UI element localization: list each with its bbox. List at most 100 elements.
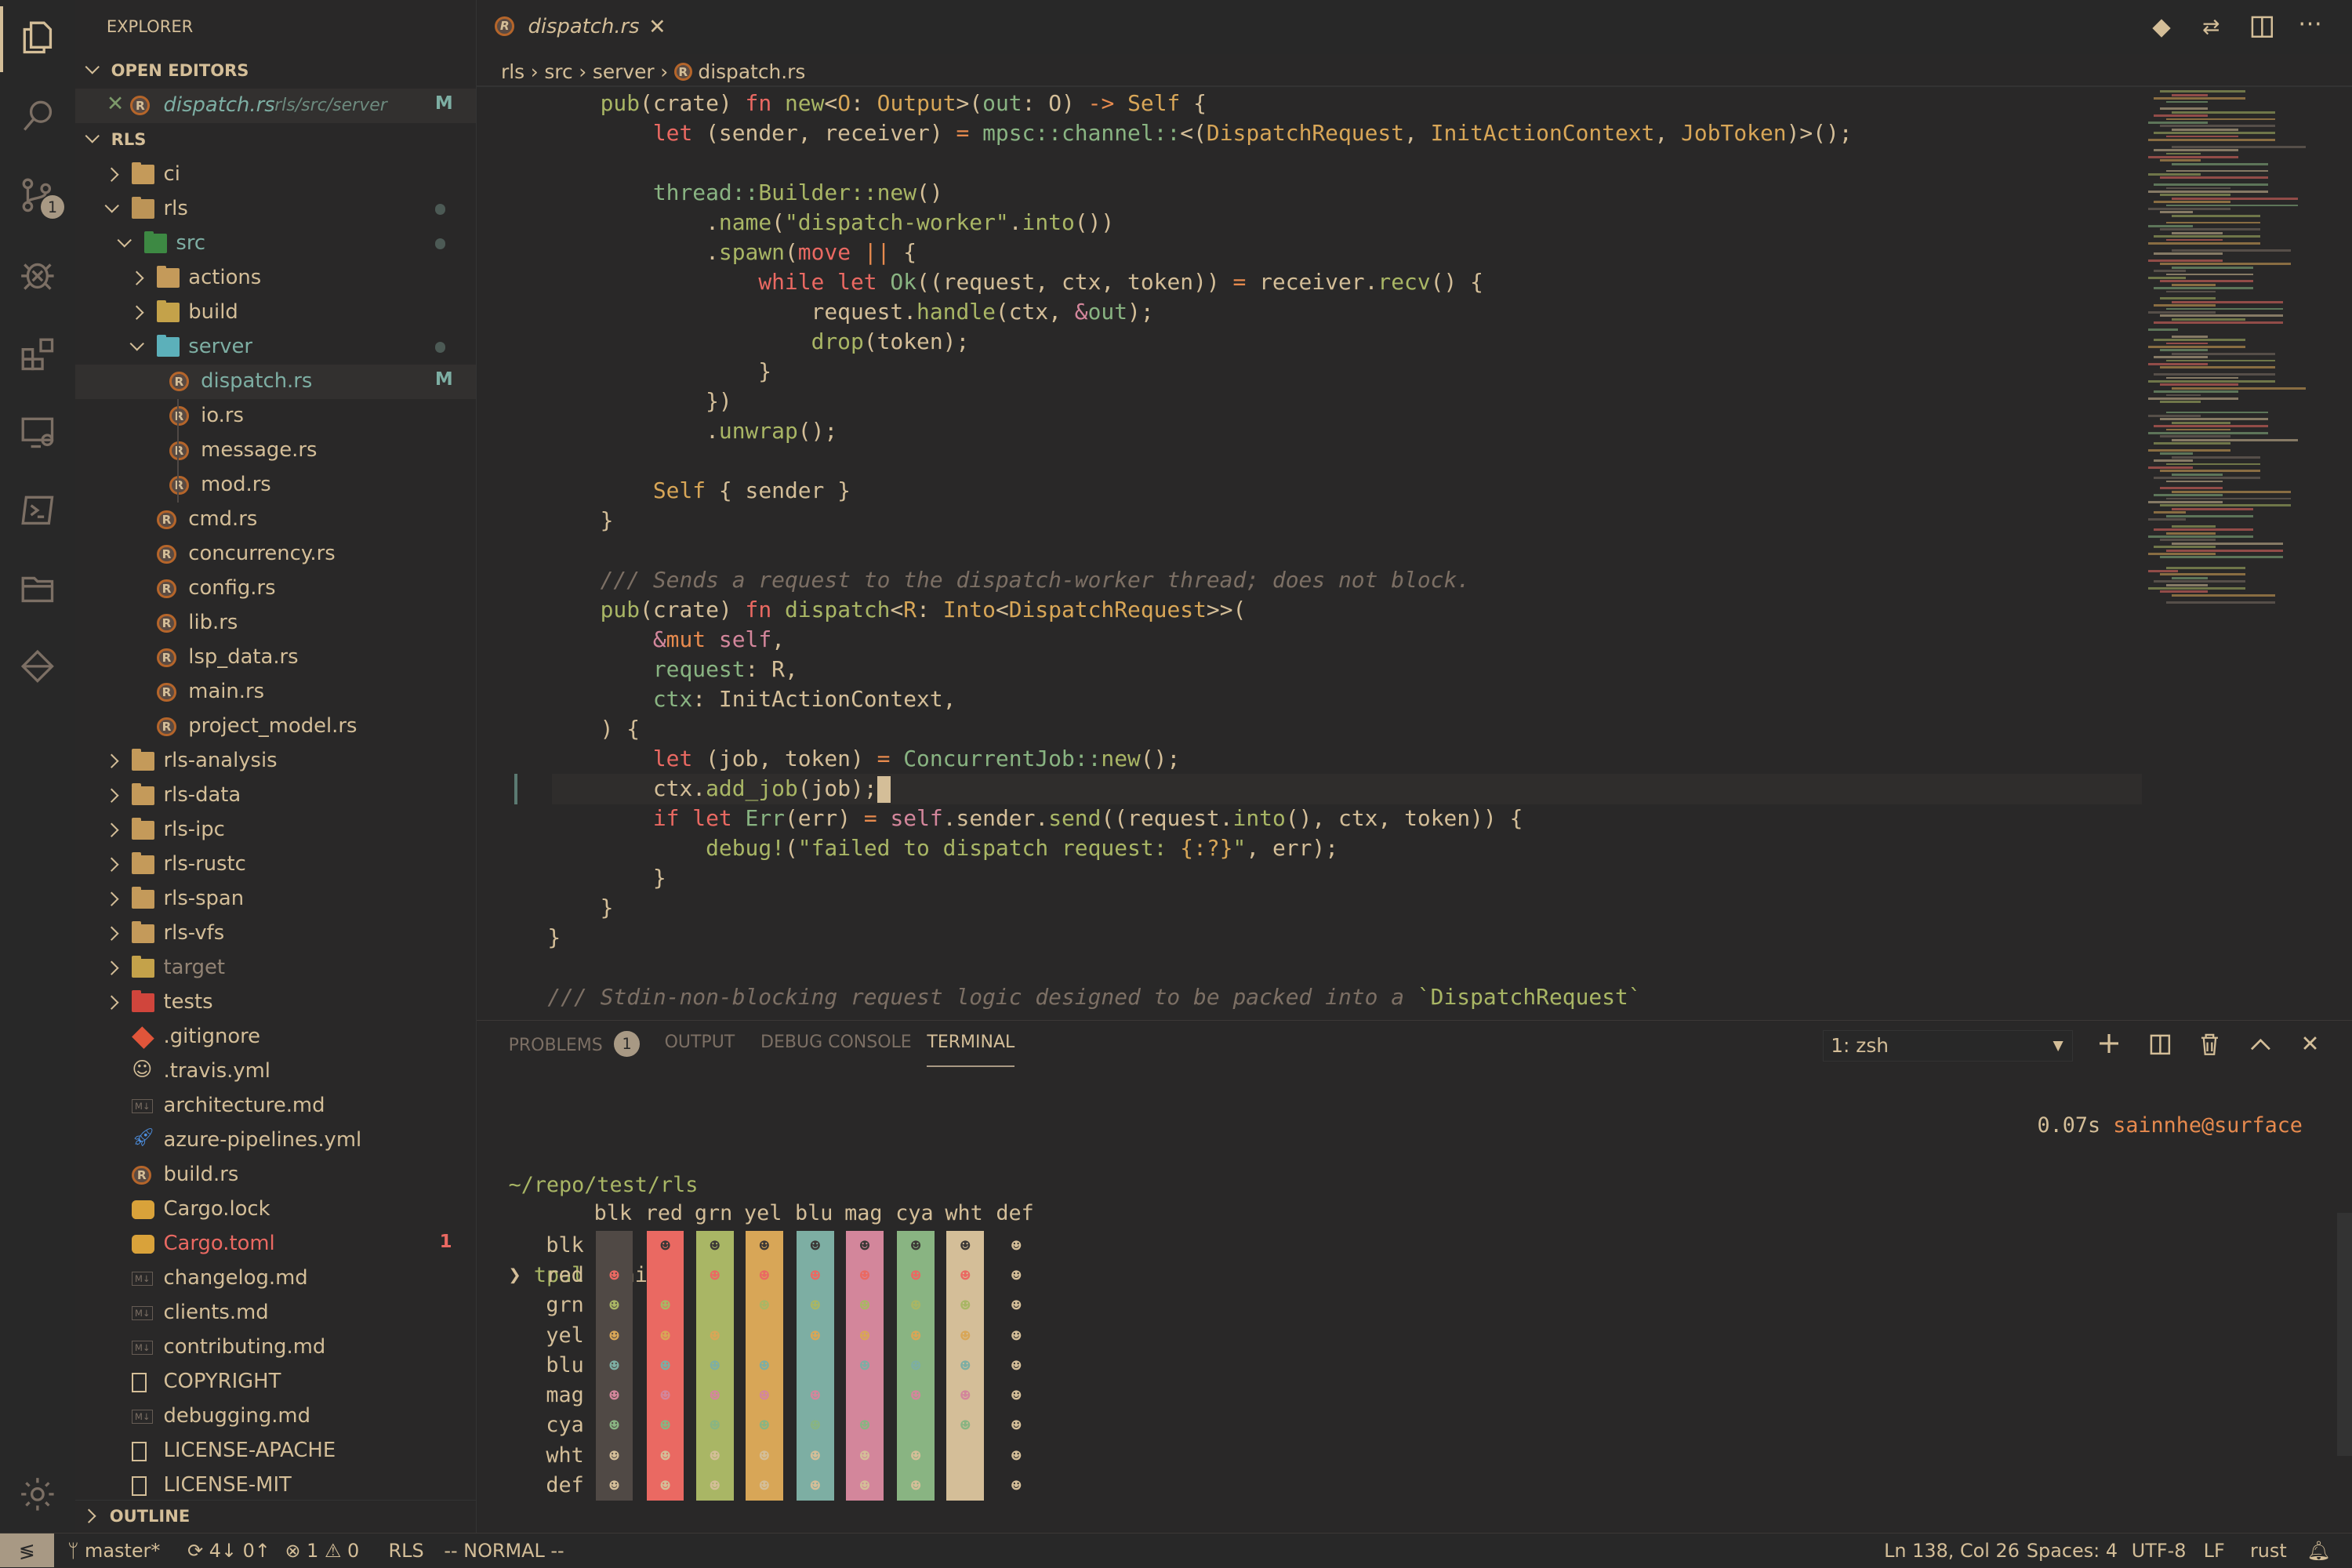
remote-explorer-icon[interactable] (16, 411, 59, 453)
tree-item[interactable]: rls (75, 192, 476, 227)
outline-header[interactable]: OUTLINE (74, 1500, 476, 1530)
tab-debug-console[interactable]: DEBUG CONSOLE (760, 1033, 912, 1065)
tree-item[interactable]: Cargo.lock (75, 1192, 476, 1227)
branch-status[interactable]: ᛘ master* (67, 1540, 160, 1562)
tree-item[interactable]: server (75, 330, 476, 365)
split-terminal-icon[interactable] (2145, 1030, 2175, 1060)
tree-item[interactable]: 🚀︎ azure-pipelines.yml (75, 1123, 476, 1158)
tree-item[interactable]: build (75, 296, 476, 330)
search-icon[interactable] (16, 95, 59, 137)
more-actions-icon[interactable]: ⋯ (2295, 9, 2325, 38)
tree-item[interactable]: .gitignore (75, 1020, 476, 1054)
folder-icon[interactable] (16, 567, 59, 609)
tree-item[interactable]: Rcmd.rs (75, 503, 476, 537)
close-panel-icon[interactable]: ✕ (2295, 1029, 2325, 1058)
tab-close-icon[interactable]: ✕ (648, 15, 666, 39)
tree-item[interactable]: target (75, 951, 476, 985)
tree-item[interactable]: LICENSE-MIT (75, 1468, 476, 1503)
line-ending[interactable]: LF (2204, 1540, 2225, 1562)
tree-item[interactable]: Rlib.rs (75, 606, 476, 641)
tree-item[interactable]: ci (75, 158, 476, 192)
tab-problems[interactable]: PROBLEMS 1 (509, 1031, 640, 1065)
breadcrumb-rls[interactable]: rls (501, 60, 524, 83)
folder-icon (132, 748, 155, 771)
rust-file-icon: R (157, 579, 176, 599)
tree-item[interactable]: tests (75, 985, 476, 1020)
tree-item[interactable]: Rdispatch.rs M (74, 364, 476, 399)
open-editor-item[interactable]: ✕ R dispatch.rs rls/src/server M (74, 88, 476, 123)
rust-file-icon: R (157, 613, 176, 633)
language-server-status[interactable]: RLS (389, 1540, 424, 1562)
tree-item[interactable]: M↓ clients.md (75, 1296, 476, 1330)
encoding[interactable]: UTF-8 (2132, 1540, 2187, 1562)
terminal-select-value: 1: zsh (1831, 1034, 1889, 1058)
settings-gear-icon[interactable] (16, 1473, 59, 1515)
indentation[interactable]: Spaces: 4 (2027, 1540, 2118, 1562)
tree-item[interactable]: M↓ changelog.md (75, 1261, 476, 1296)
tree-item[interactable]: src (75, 227, 476, 261)
sync-status[interactable]: ⟳ 4↓ 0↑ (187, 1540, 270, 1562)
tree-item[interactable]: Rmod.rs (75, 468, 476, 503)
new-terminal-icon[interactable]: + (2094, 1025, 2124, 1061)
activity-bar: 1 (0, 0, 76, 1534)
tree-item[interactable]: M↓ architecture.md (75, 1089, 476, 1123)
rls-root-header[interactable]: RLS (75, 125, 476, 154)
cursor-position[interactable]: Ln 138, Col 26 (1884, 1540, 2020, 1562)
tree-item[interactable]: M↓ contributing.md (75, 1330, 476, 1365)
breadcrumb-server[interactable]: server (593, 60, 655, 83)
close-icon[interactable]: ✕ (107, 92, 124, 116)
tree-item[interactable]: Rlsp_data.rs (75, 641, 476, 675)
tab-dispatch-rs[interactable]: R dispatch.rs ✕ (477, 0, 671, 54)
terminal-select[interactable]: 1: zsh ▼ (1822, 1029, 2074, 1062)
debug-icon[interactable] (16, 253, 59, 296)
minimap[interactable] (2142, 87, 2337, 612)
git-lens-icon[interactable] (16, 645, 59, 688)
language-mode[interactable]: rust (2250, 1540, 2287, 1562)
tab-output[interactable]: OUTPUT (665, 1033, 735, 1065)
tree-item[interactable]: rls-analysis (75, 744, 476, 779)
code-area[interactable]: pub(crate) fn new<O: Output>(out: O) -> … (547, 89, 1852, 1012)
maximize-panel-icon[interactable] (2245, 1030, 2275, 1060)
breadcrumb-file[interactable]: dispatch.rs (698, 60, 805, 83)
terminal-scrollbar[interactable] (2336, 1212, 2352, 1456)
split-editor-icon[interactable] (2247, 12, 2277, 42)
open-changes-icon[interactable]: ◆ (2147, 12, 2176, 42)
tree-item[interactable]: rls-data (75, 779, 476, 813)
notifications-bell-icon[interactable]: 🔔︎ (2307, 1540, 2331, 1562)
minimap-line (2172, 335, 2209, 338)
tree-item[interactable]: rls-ipc (75, 813, 476, 848)
tree-item[interactable]: Rmain.rs (75, 675, 476, 710)
explorer-icon[interactable] (16, 16, 59, 59)
user-host: sainnhe@surface (2113, 1112, 2303, 1138)
tree-item[interactable]: Cargo.toml 1 (75, 1227, 476, 1261)
problems-status[interactable]: ⊗ 1 ⚠ 0 (285, 1540, 360, 1562)
tree-item[interactable]: Rproject_model.rs (75, 710, 476, 744)
breadcrumb-src[interactable]: src (544, 60, 572, 83)
tree-item[interactable]: M↓ debugging.md (75, 1399, 476, 1434)
minimap-line (2147, 277, 2186, 279)
kill-terminal-icon[interactable] (2194, 1030, 2224, 1060)
tree-item[interactable]: Rconcurrency.rs (75, 537, 476, 572)
terminal-icon[interactable] (16, 489, 59, 532)
source-control-icon[interactable]: 1 (16, 174, 65, 220)
code-line: request: R, (652, 656, 798, 683)
chevron-right-icon (82, 1508, 97, 1523)
tree-item[interactable]: Rconfig.rs (75, 572, 476, 606)
tree-item[interactable]: Rbuild.rs (75, 1158, 476, 1192)
tree-item[interactable]: actions (75, 261, 476, 296)
tree-item[interactable]: rls-rustc (75, 848, 476, 882)
compare-icon[interactable]: ⇄ (2196, 12, 2226, 42)
tab-terminal[interactable]: TERMINAL (927, 1033, 1015, 1068)
tree-item[interactable]: COPYRIGHT (75, 1365, 476, 1399)
tree-item[interactable]: rls-vfs (75, 916, 476, 951)
remote-indicator-icon[interactable]: ≶ (0, 1534, 54, 1568)
outline-label: OUTLINE (109, 1505, 191, 1526)
minimap-line (2160, 159, 2201, 162)
tree-item[interactable]: Rio.rs (75, 399, 476, 434)
open-editors-header[interactable]: OPEN EDITORS (75, 56, 476, 85)
tree-item[interactable]: rls-span (75, 882, 476, 916)
tree-item[interactable]: Rmessage.rs (75, 434, 476, 468)
tree-item[interactable]: ☺ .travis.yml (75, 1054, 476, 1089)
tree-item[interactable]: LICENSE-APACHE (75, 1434, 476, 1468)
extensions-icon[interactable] (16, 333, 59, 376)
